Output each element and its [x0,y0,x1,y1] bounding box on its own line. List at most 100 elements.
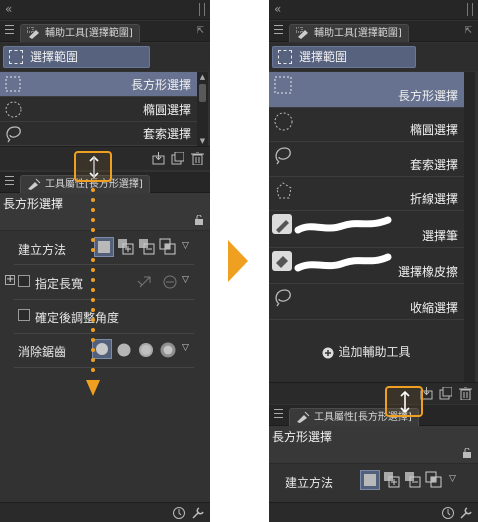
trash-icon[interactable] [459,387,472,400]
mode-add-selection-button[interactable] [382,470,402,490]
lasso-icon [275,147,291,165]
fixed-ratio-checkbox[interactable] [18,275,30,287]
top-bar: « [269,0,478,20]
resize-cursor-icon[interactable] [88,156,100,178]
tool-item-lasso-select[interactable]: 套索選擇 [0,122,197,146]
set-button[interactable]: 選擇範圍 [272,46,416,68]
tool-label: 長方形選擇 [397,89,458,103]
mode-intersect-selection-button[interactable] [424,470,444,490]
tool-label: 折線選擇 [409,192,458,206]
menu-icon[interactable] [274,409,283,418]
tool-list-scrollbar[interactable] [464,72,475,382]
mode-subtract-selection-button[interactable] [403,470,423,490]
chevron-down-icon[interactable]: ▽ [182,343,189,353]
transition-arrow-icon [228,240,248,282]
menu-icon[interactable] [5,25,14,34]
add-sub-tool-button[interactable]: 追加輔助工具 [269,332,464,372]
mode-subtract-selection-button[interactable] [137,237,157,257]
plus-circle-icon [322,347,334,358]
scroll-thumb[interactable] [199,84,206,102]
tool-item-shrink-selection[interactable]: 收縮選擇 [269,284,464,320]
tool-item-selection-eraser[interactable]: 選擇橡皮擦 [269,248,464,284]
pin-icon[interactable]: ⇱ [196,26,204,36]
property-footer [0,502,210,522]
antialias-strong-icon[interactable] [158,340,178,360]
tool-label: 套索選擇 [409,158,458,172]
tab-sub-tool[interactable]: 輔助工具[選擇範圍] [289,24,409,42]
resize-cursor-icon[interactable] [399,391,411,413]
expand-plus-icon[interactable]: + [5,275,15,285]
antialias-weak-icon[interactable] [114,340,134,360]
pin-icon[interactable]: ⇱ [464,26,472,36]
tool-list-scrollbar[interactable]: ▲ ▼ [197,72,208,146]
sub-tool-tab-row: 輔助工具[選擇範圍] ⇱ [0,21,210,42]
menu-icon[interactable] [5,176,14,185]
reset-icon[interactable] [172,506,186,520]
menu-icon[interactable] [274,25,283,34]
tool-name-header: 長方形選擇 [0,193,210,231]
tool-label: 套索選擇 [142,127,191,141]
intersect-selection-icon [425,471,442,488]
tab-sub-tool[interactable]: 輔助工具[選擇範圍] [20,24,140,42]
collapse-icon[interactable]: « [5,2,12,16]
add-sub-tool-label: 追加輔助工具 [338,345,411,359]
lock-icon[interactable] [462,448,472,458]
adjust-angle-checkbox[interactable] [18,309,30,321]
wrench-icon[interactable] [191,506,205,520]
select-rect-icon [27,27,39,39]
tool-name: 長方形選擇 [272,430,333,444]
antialias-row: 消除鋸齒 ▽ [0,335,210,365]
tool-item-ellipse-select[interactable]: 橢圓選擇 [0,97,197,122]
ratio-lock-icon[interactable] [160,273,180,291]
chevron-down-icon[interactable]: ▽ [449,474,456,484]
property-footer [269,502,478,522]
antialias-medium-icon[interactable] [136,340,156,360]
mode-add-selection-button[interactable] [116,237,136,257]
mode-new-selection-button[interactable] [360,470,380,490]
ratio-icon[interactable] [136,273,156,291]
divider [14,264,194,265]
selection-pen-icon [272,214,392,234]
scroll-up-icon[interactable]: ▲ [197,72,208,82]
tool-item-selection-pen[interactable]: 選擇筆 [269,211,464,248]
left-panel: « 輔助工具[選擇範圍] ⇱ 選擇範圍 長方形選擇 橢圓選擇 套索選擇 ▲ ▼ … [0,0,210,522]
tool-item-rect-select[interactable]: 長方形選擇 [269,72,464,108]
lock-icon[interactable] [194,215,204,225]
mode-intersect-selection-button[interactable] [158,237,178,257]
tool-name-header: 長方形選擇 [269,426,478,464]
scroll-down-icon[interactable]: ▼ [197,136,208,146]
tab-label: 輔助工具[選擇範圍] [314,28,402,39]
intersect-selection-icon [159,238,176,255]
chevron-down-icon[interactable]: ▽ [182,275,189,285]
tool-label: 收縮選擇 [409,301,458,315]
collapse-icon[interactable]: « [274,2,281,16]
tool-list-toolbar [269,382,478,404]
create-method-row: 建立方法 ▽ [269,466,478,496]
wrench-icon[interactable] [459,506,473,520]
import-icon[interactable] [152,152,165,165]
duplicate-icon[interactable] [439,387,452,400]
select-rect-icon [9,50,23,64]
chevron-down-icon[interactable]: ▽ [182,241,189,251]
sub-tool-tab-row: 輔助工具[選擇範圍] ⇱ [269,21,478,42]
top-bar: « [0,0,210,20]
grip-handle[interactable] [467,3,473,16]
create-method-label: 建立方法 [18,243,67,257]
set-button[interactable]: 選擇範圍 [3,46,150,68]
property-body: 長方形選擇 建立方法 ▽ [269,426,478,502]
grip-handle[interactable] [199,3,205,16]
create-method-row: 建立方法 ▽ [0,233,210,263]
tool-item-polyline-select[interactable]: 折線選擇 [269,177,464,211]
select-rect-icon [278,50,292,64]
select-ellipse-icon [274,112,293,131]
subtract-selection-icon [139,239,155,255]
trash-icon[interactable] [191,152,204,165]
reset-icon[interactable] [441,506,455,520]
tool-item-ellipse-select[interactable]: 橢圓選擇 [269,108,464,142]
duplicate-icon[interactable] [171,152,184,165]
tool-item-lasso-select[interactable]: 套索選擇 [269,142,464,177]
tool-name: 長方形選擇 [3,197,64,211]
divider [14,333,194,334]
tool-property-icon [297,411,310,423]
tool-item-rect-select[interactable]: 長方形選擇 [0,72,197,97]
